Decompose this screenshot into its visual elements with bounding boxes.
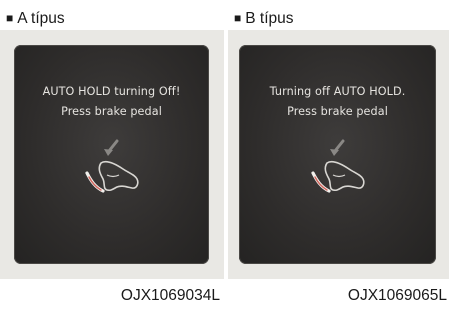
illustration-background: Turning off AUTO HOLD. Press brake pedal	[228, 30, 449, 279]
panel-heading: ■ B típus	[234, 10, 294, 28]
bullet-icon: ■	[6, 11, 14, 25]
cluster-display: AUTO HOLD turning Off! Press brake pedal	[14, 45, 209, 264]
panel-heading-label: A típus	[17, 10, 65, 27]
panel-type-b: ■ B típus Turning off AUTO HOLD. Press br…	[228, 0, 449, 309]
brake-pedal-icon	[310, 139, 365, 193]
bullet-icon: ■	[234, 11, 242, 25]
illustration-background: AUTO HOLD turning Off! Press brake pedal	[0, 30, 224, 279]
panel-heading: ■ A típus	[6, 10, 65, 28]
display-message-line-2: Press brake pedal	[287, 105, 388, 118]
cluster-display: Turning off AUTO HOLD. Press brake pedal	[239, 45, 436, 264]
image-code: OJX1069034L	[120, 287, 220, 304]
panel-heading-label: B típus	[245, 10, 294, 27]
brake-pedal-icon	[84, 139, 139, 193]
image-code: OJX1069065L	[347, 287, 447, 304]
display-message-line-1: Turning off AUTO HOLD.	[269, 85, 406, 98]
panel-type-a: ■ A típus AUTO HOLD turning Off! Press br…	[0, 0, 224, 309]
display-message-line-1: AUTO HOLD turning Off!	[42, 85, 181, 98]
display-message-line-2: Press brake pedal	[61, 105, 162, 118]
